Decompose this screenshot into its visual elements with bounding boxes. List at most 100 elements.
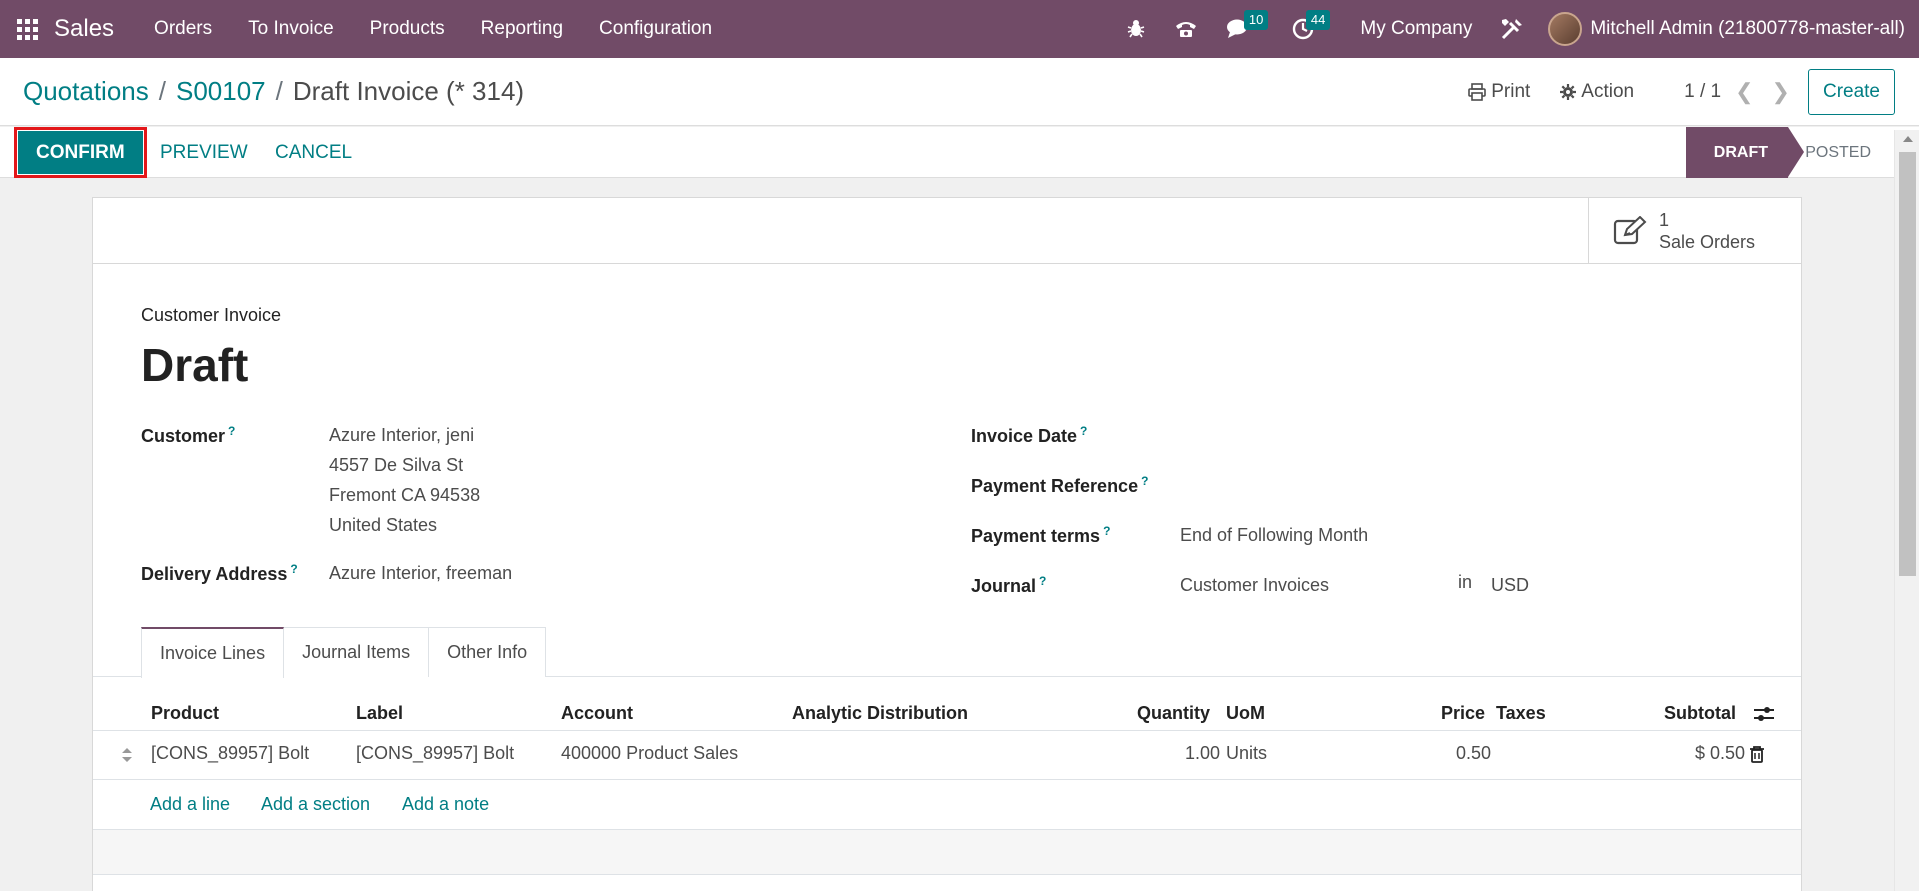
menu-reporting[interactable]: Reporting bbox=[463, 0, 581, 58]
debug-icon[interactable] bbox=[1112, 0, 1160, 58]
pager-previous-icon[interactable]: ❮ bbox=[1735, 79, 1753, 105]
payment-reference-label: Payment Reference? bbox=[971, 474, 1149, 496]
invoice-date-field[interactable] bbox=[1180, 420, 1680, 450]
breadcrumb-separator: / bbox=[158, 76, 166, 106]
print-button[interactable]: Print bbox=[1468, 81, 1530, 103]
column-header-label[interactable]: Label bbox=[356, 703, 403, 724]
add-line-link[interactable]: Add a line bbox=[150, 794, 230, 815]
journal-field[interactable]: Customer Invoices bbox=[1180, 570, 1329, 600]
phone-icon[interactable] bbox=[1160, 0, 1212, 58]
column-header-uom[interactable]: UoM bbox=[1226, 703, 1265, 724]
menu-orders[interactable]: Orders bbox=[136, 0, 230, 58]
drag-handle-icon[interactable] bbox=[121, 746, 133, 769]
help-icon[interactable]: ? bbox=[1039, 574, 1046, 588]
breadcrumb-current: Draft Invoice (* 314) bbox=[292, 76, 525, 106]
column-header-product[interactable]: Product bbox=[151, 703, 219, 724]
scrollbar-thumb[interactable] bbox=[1899, 152, 1916, 576]
menu-configuration[interactable]: Configuration bbox=[581, 0, 730, 58]
menu-products[interactable]: Products bbox=[352, 0, 463, 58]
journal-in-text: in bbox=[1458, 572, 1473, 592]
table-footer bbox=[93, 830, 1801, 874]
table-row-divider bbox=[93, 779, 1801, 780]
messages-icon[interactable]: 10 bbox=[1212, 0, 1269, 58]
activities-badge: 44 bbox=[1305, 10, 1331, 30]
form-sheet: 1 Sale Orders Customer Invoice Draft Cus… bbox=[92, 197, 1802, 891]
apps-menu-icon[interactable] bbox=[0, 0, 54, 58]
row-label[interactable]: [CONS_89957] Bolt bbox=[356, 743, 514, 764]
journal-label: Journal? bbox=[971, 574, 1047, 596]
stage-draft[interactable]: DRAFT bbox=[1685, 127, 1805, 178]
user-menu[interactable]: Mitchell Admin (21800778-master-all) bbox=[1590, 18, 1919, 40]
help-icon[interactable]: ? bbox=[290, 562, 297, 576]
activities-icon[interactable]: 44 bbox=[1278, 0, 1331, 58]
tab-journal-items[interactable]: Journal Items bbox=[283, 627, 430, 677]
delivery-address-field[interactable]: Azure Interior, freeman bbox=[329, 558, 512, 588]
preview-button[interactable]: PREVIEW bbox=[160, 127, 248, 178]
customer-country: United States bbox=[329, 515, 438, 535]
trash-icon[interactable] bbox=[1749, 745, 1765, 768]
edit-icon bbox=[1613, 216, 1647, 245]
pager-next-icon[interactable]: ❯ bbox=[1772, 79, 1790, 105]
breadcrumb-sale-order[interactable]: S00107 bbox=[176, 76, 266, 107]
status-bar: CONFIRM PREVIEW CANCEL DRAFT POSTED bbox=[0, 127, 1919, 178]
optional-columns-icon[interactable] bbox=[1753, 705, 1775, 728]
smart-button-box: 1 Sale Orders bbox=[93, 198, 1801, 264]
scroll-up-icon[interactable] bbox=[1903, 136, 1913, 142]
invoice-date-label: Invoice Date? bbox=[971, 424, 1088, 446]
row-account[interactable]: 400000 Product Sales bbox=[561, 743, 738, 764]
gear-icon bbox=[1560, 84, 1577, 100]
table-footer-bottom-divider bbox=[93, 874, 1801, 875]
payment-terms-label: Payment terms? bbox=[971, 524, 1111, 546]
notebook-tabs: Invoice Lines Journal Items Other Info bbox=[141, 627, 547, 678]
column-header-quantity[interactable]: Quantity bbox=[1137, 703, 1210, 724]
add-note-link[interactable]: Add a note bbox=[402, 794, 489, 815]
help-icon[interactable]: ? bbox=[1141, 474, 1148, 488]
cancel-button[interactable]: CANCEL bbox=[275, 127, 352, 178]
column-header-account[interactable]: Account bbox=[561, 703, 633, 724]
sale-orders-count: 1 bbox=[1659, 210, 1670, 230]
currency-field[interactable]: USD bbox=[1491, 570, 1529, 600]
customer-field[interactable]: Azure Interior, jeni 4557 De Silva St Fr… bbox=[329, 420, 480, 540]
sale-orders-smart-button[interactable]: 1 Sale Orders bbox=[1588, 198, 1801, 264]
scrollbar[interactable] bbox=[1894, 130, 1919, 891]
print-label: Print bbox=[1491, 81, 1531, 102]
app-name[interactable]: Sales bbox=[54, 15, 114, 43]
stage-posted[interactable]: POSTED bbox=[1805, 127, 1871, 178]
avatar[interactable] bbox=[1548, 12, 1583, 46]
confirm-button[interactable]: CONFIRM bbox=[14, 127, 147, 178]
customer-street: 4557 De Silva St bbox=[329, 455, 464, 475]
document-type: Customer Invoice bbox=[141, 305, 282, 325]
row-uom[interactable]: Units bbox=[1226, 743, 1267, 764]
breadcrumb-quotations[interactable]: Quotations bbox=[23, 76, 149, 107]
add-section-link[interactable]: Add a section bbox=[261, 794, 370, 815]
company-switcher[interactable]: My Company bbox=[1340, 18, 1486, 40]
row-price[interactable]: 0.50 bbox=[1456, 743, 1491, 764]
tab-invoice-lines[interactable]: Invoice Lines bbox=[141, 627, 285, 678]
column-header-subtotal[interactable]: Subtotal bbox=[1664, 703, 1736, 724]
pager-value[interactable]: 1 / 1 bbox=[1684, 81, 1721, 103]
breadcrumb: Quotations / S00107 / Draft Invoice (* 3… bbox=[23, 76, 524, 107]
print-icon bbox=[1468, 83, 1487, 101]
customer-name: Azure Interior, jeni bbox=[329, 425, 475, 445]
page-title: Draft bbox=[141, 339, 249, 391]
column-header-analytic[interactable]: Analytic Distribution bbox=[792, 703, 968, 724]
help-icon[interactable]: ? bbox=[1080, 424, 1087, 438]
table-header-divider bbox=[93, 730, 1801, 731]
row-quantity[interactable]: 1.00 bbox=[1185, 743, 1220, 764]
customer-city: Fremont CA 94538 bbox=[329, 485, 481, 505]
sale-orders-label: Sale Orders bbox=[1659, 232, 1756, 252]
settings-tools-icon[interactable] bbox=[1486, 0, 1538, 58]
menu-to-invoice[interactable]: To Invoice bbox=[230, 0, 352, 58]
column-header-taxes[interactable]: Taxes bbox=[1496, 703, 1546, 724]
tab-other-info[interactable]: Other Info bbox=[428, 627, 547, 677]
help-icon[interactable]: ? bbox=[228, 424, 235, 438]
help-icon[interactable]: ? bbox=[1103, 524, 1110, 538]
payment-terms-field[interactable]: End of Following Month bbox=[1180, 520, 1368, 550]
create-button[interactable]: Create bbox=[1807, 69, 1895, 115]
row-product[interactable]: [CONS_89957] Bolt bbox=[151, 743, 309, 764]
payment-reference-field[interactable] bbox=[1180, 470, 1680, 500]
action-button[interactable]: Action bbox=[1560, 81, 1634, 103]
column-header-price[interactable]: Price bbox=[1441, 703, 1485, 724]
customer-label: Customer? bbox=[141, 424, 236, 446]
row-subtotal: $ 0.50 bbox=[1694, 743, 1745, 763]
